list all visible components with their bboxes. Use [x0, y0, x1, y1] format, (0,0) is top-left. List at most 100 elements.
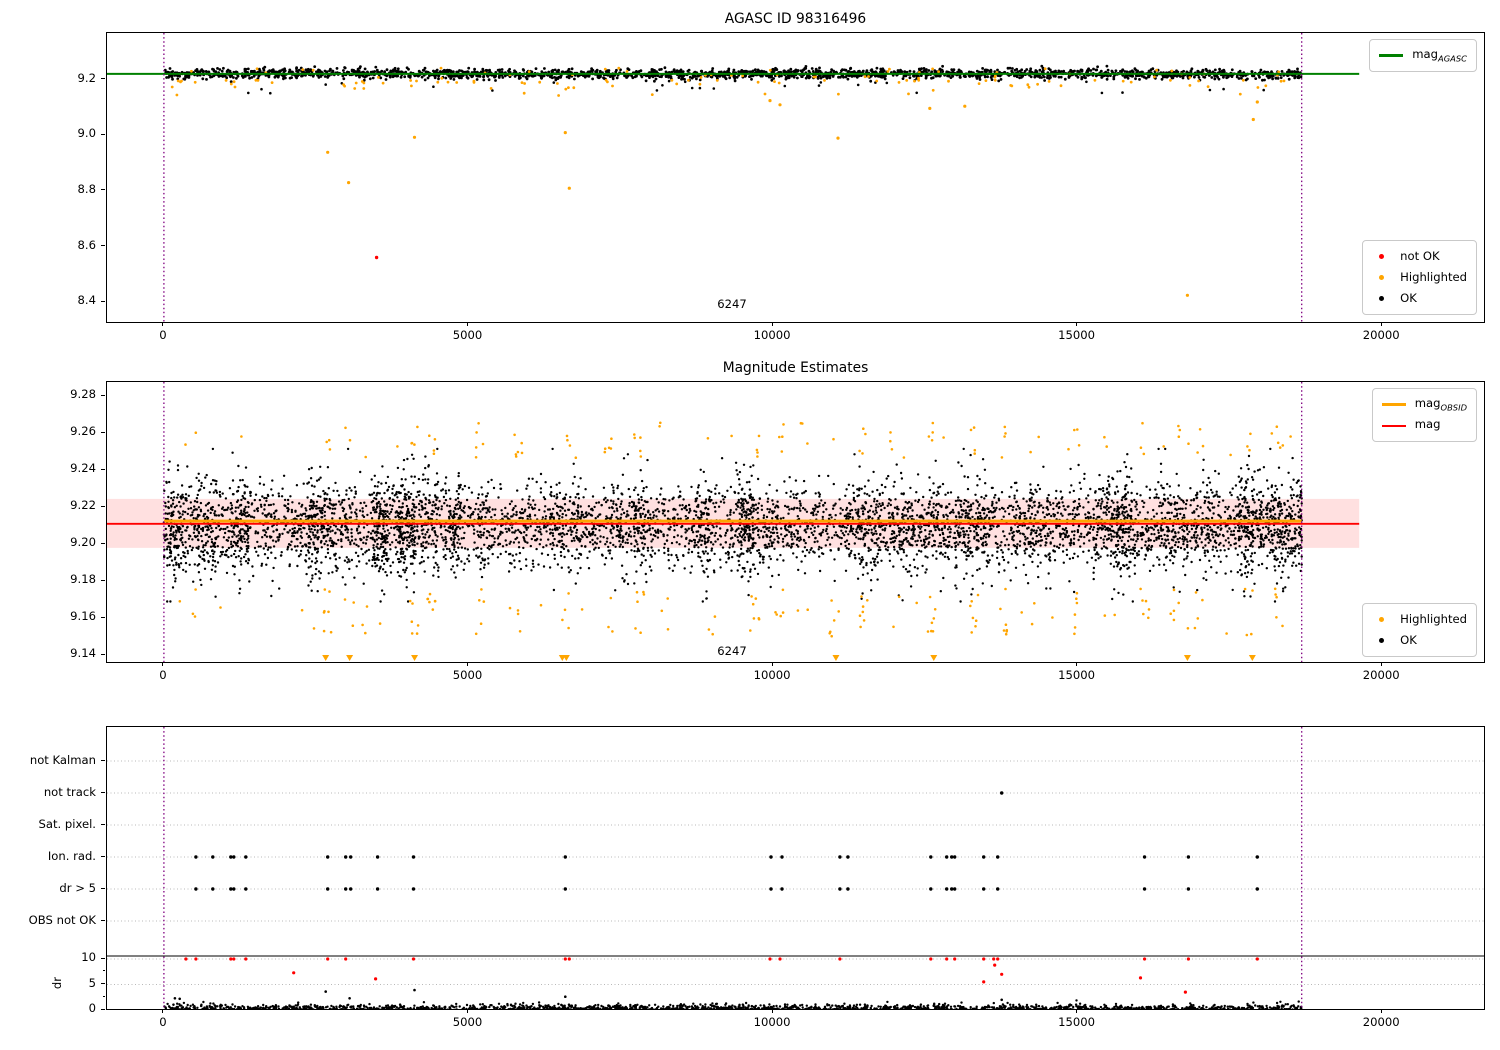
x-tick-label: 20000: [1362, 328, 1400, 342]
y-tick-label: 9.22: [70, 498, 96, 513]
tick-mark: [101, 791, 105, 793]
x-tick-label: 20000: [1362, 1015, 1400, 1029]
legend-row-not-ok: not OK: [1372, 246, 1467, 267]
flag-label-sat-pixel: Sat. pixel.: [38, 817, 96, 831]
y-tick-label: 9.14: [70, 646, 96, 661]
y-tick-label: 9.28: [70, 387, 96, 402]
obsid-annotation-1: 6247: [717, 297, 747, 311]
clipped-low-marker: [346, 655, 354, 661]
legend-label-mag: mag: [1414, 416, 1441, 431]
tick-mark: [101, 300, 105, 302]
y-tick-label: 9.16: [70, 609, 96, 624]
highlighted-marker: [1379, 275, 1385, 280]
figure: AGASC ID 98316496 Magnitude Estimates ma…: [0, 0, 1500, 1050]
highlighted-marker-2: [1379, 617, 1385, 622]
plot-magnitude-estimates-canvas: [107, 382, 1360, 662]
legend-mag-agasc: magAGASC: [1369, 39, 1477, 72]
tick-mark: [771, 322, 773, 326]
x-tick-label: 5000: [452, 668, 483, 682]
tick-mark: [466, 322, 468, 326]
flag-points-group: [194, 791, 1260, 891]
tick-mark: [162, 1009, 164, 1013]
plot-flags-dr-canvas: [107, 727, 1484, 1009]
y-tick-label: 9.20: [70, 535, 96, 550]
dr-points-group: [163, 988, 1303, 1009]
tick-mark: [162, 322, 164, 326]
plot1-title: AGASC ID 98316496: [724, 11, 867, 27]
tick-mark: [101, 759, 105, 761]
tick-mark: [101, 957, 105, 959]
tick-mark: [103, 995, 105, 997]
plot2-title: Magnitude Estimates: [722, 360, 869, 376]
tick-mark: [101, 245, 105, 247]
tick-mark: [1380, 1009, 1382, 1013]
y-tick-label: 8.8: [77, 181, 96, 196]
tick-mark: [1076, 322, 1078, 326]
clipped-low-marker: [832, 655, 840, 661]
clipped-low-marker: [930, 655, 938, 661]
tick-mark: [101, 431, 105, 433]
y-tick-label: 9.24: [70, 461, 96, 476]
x-tick-label: 0: [159, 668, 167, 682]
dr-tick-label: 0: [88, 1001, 96, 1015]
y-tick-label: 9.18: [70, 572, 96, 587]
legend-row-mag-agasc: magAGASC: [1379, 45, 1467, 66]
flag-label-not-track: not track: [43, 785, 96, 799]
x-tick-label: 10000: [753, 668, 791, 682]
legend-label-mag-agasc: magAGASC: [1412, 46, 1467, 63]
mag-agasc-line-sample: [1379, 54, 1404, 57]
ok-marker: [1379, 296, 1385, 301]
tick-mark: [101, 133, 105, 135]
tick-mark: [466, 662, 468, 666]
x-tick-label: 5000: [452, 1015, 483, 1029]
legend-row-highlighted: Highlighted: [1372, 267, 1467, 288]
x-tick-label: 15000: [1058, 328, 1096, 342]
mag-obsid-line-sample: [1381, 403, 1406, 406]
tick-mark: [101, 616, 105, 618]
tick-mark: [101, 1008, 105, 1010]
tick-mark: [162, 662, 164, 666]
tick-mark: [101, 919, 105, 921]
tick-mark: [1076, 662, 1078, 666]
tick-mark: [466, 1009, 468, 1013]
tick-mark: [1380, 662, 1382, 666]
x-tick-label: 15000: [1058, 668, 1096, 682]
tick-mark: [101, 579, 105, 581]
y-tick-label: 9.0: [77, 126, 96, 141]
tick-mark: [101, 189, 105, 191]
tick-mark: [103, 970, 105, 972]
legend-label-highlighted: Highlighted: [1400, 269, 1467, 284]
flag-label-not-kalman: not Kalman: [29, 753, 96, 767]
tick-mark: [101, 394, 105, 396]
legend-label-mag-obsid: magOBSID: [1414, 395, 1467, 412]
clipped-low-marker: [322, 655, 330, 661]
legend-point-types-2: Highlighted OK: [1362, 603, 1477, 657]
flag-label-ion-rad: Ion. rad.: [47, 849, 96, 863]
highlighted-points-group: [170, 66, 1286, 297]
mag-line-sample: [1381, 424, 1406, 427]
legend-mag-lines: magOBSID mag: [1371, 388, 1477, 442]
clipped-low-marker: [411, 655, 419, 661]
legend-row-ok: OK: [1372, 288, 1467, 309]
tick-mark: [771, 1009, 773, 1013]
dr-tick-label: 5: [88, 975, 96, 990]
plot-agasc-mag-canvas: [107, 33, 1360, 322]
dr-tick-label: 10: [81, 950, 96, 964]
x-tick-label: 5000: [452, 328, 483, 342]
tick-mark: [101, 78, 105, 80]
legend-point-types-1: not OK Highlighted OK: [1362, 240, 1477, 315]
plot-magnitude-estimates: magOBSID mag Highlighted OK 6247: [106, 381, 1485, 663]
tick-mark: [101, 653, 105, 655]
clipped-low-marker: [1248, 655, 1256, 661]
flag-label-obs-not-ok: OBS not OK: [28, 913, 96, 927]
not-ok-points-group: [374, 255, 379, 260]
ok-marker-2: [1379, 638, 1385, 643]
clipped-low-marker: [1183, 655, 1191, 661]
tick-mark: [101, 542, 105, 544]
x-tick-label: 15000: [1058, 1015, 1096, 1029]
legend-label-not-ok: not OK: [1400, 248, 1440, 263]
x-tick-label: 10000: [753, 1015, 791, 1029]
tick-mark: [101, 855, 105, 857]
tick-mark: [101, 983, 105, 984]
plot-agasc-mag: magAGASC not OK Highlighted OK 6247: [106, 32, 1485, 323]
